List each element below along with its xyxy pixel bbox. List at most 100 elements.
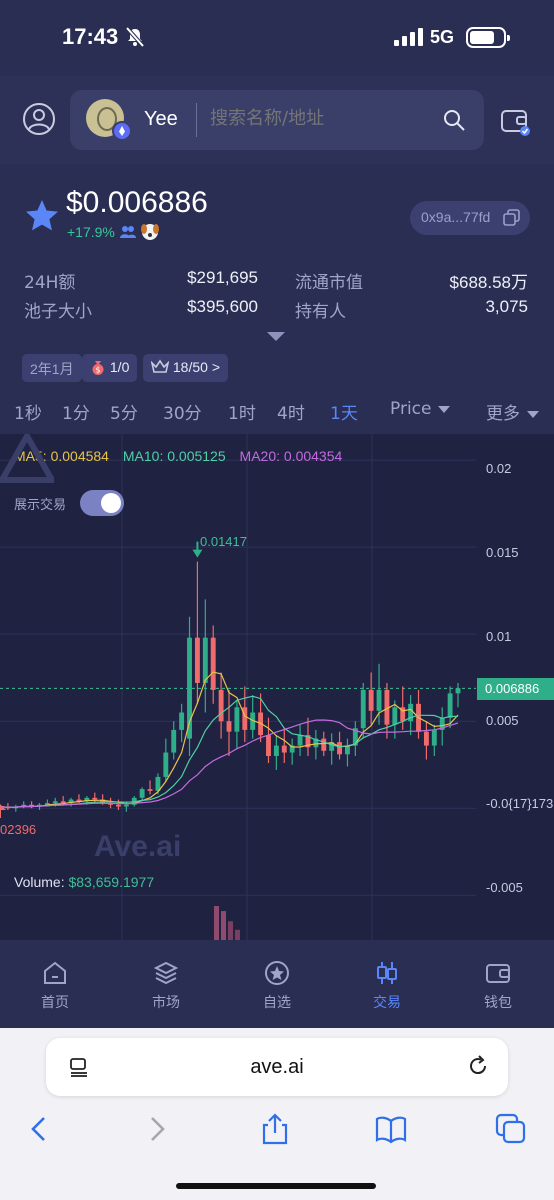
price-mode-label: Price xyxy=(390,399,432,419)
y-tick-label: 0.01 xyxy=(486,629,512,644)
y-tick-label: 0.015 xyxy=(486,545,519,560)
tab-trade[interactable]: 交易 xyxy=(347,960,427,1012)
status-bar: 17:43 5G xyxy=(0,0,554,76)
y-tick-label: 0.02 xyxy=(486,461,512,476)
address-bar[interactable]: ave.ai xyxy=(46,1038,508,1096)
candle-body xyxy=(266,735,271,757)
search-icon[interactable] xyxy=(442,108,466,132)
candles-icon xyxy=(377,962,397,984)
peak-marker xyxy=(192,549,203,558)
timeframe-1h[interactable]: 1时 xyxy=(228,399,256,424)
candle-body xyxy=(171,729,177,753)
favorite-star-icon[interactable] xyxy=(24,198,60,234)
back-icon[interactable] xyxy=(22,1112,56,1146)
y-tick-label: -0.005 xyxy=(486,880,523,895)
timeframe-1m[interactable]: 1分 xyxy=(62,399,90,424)
ma20-legend: MA20: 0.004354 xyxy=(239,448,343,464)
app-header: Yee xyxy=(0,76,554,164)
candle-body xyxy=(273,745,279,757)
tab-market[interactable]: 市场 xyxy=(126,960,206,1012)
candle-body xyxy=(60,801,66,804)
tab-watchlist-label: 自选 xyxy=(263,995,291,1011)
share-icon[interactable] xyxy=(258,1112,292,1146)
timeframe-1d[interactable]: 1天 xyxy=(330,399,358,424)
user-profile-icon[interactable] xyxy=(22,102,56,136)
candle-body xyxy=(447,693,453,718)
volume-bar xyxy=(235,929,240,940)
dog-icon xyxy=(141,224,159,240)
contract-address-text: 0x9a...77fd xyxy=(421,209,491,225)
stat-label-holders: 持有人 xyxy=(295,302,346,322)
timeframe-1s[interactable]: 1秒 xyxy=(14,399,42,424)
signal-icon xyxy=(394,28,423,46)
current-price-tag: 0.006886 xyxy=(477,678,554,700)
wallet-connect-icon[interactable] xyxy=(500,106,530,136)
battery-icon xyxy=(466,27,510,48)
ma5-value: 0.004584 xyxy=(50,448,109,464)
chevron-down-icon xyxy=(527,410,539,418)
y-tick-label: 0.005 xyxy=(486,713,519,728)
stat-label-24h-volume: 24H额 xyxy=(24,273,76,293)
audit-tag[interactable]: 18/50 > xyxy=(143,354,228,382)
low-price-label: 02396 xyxy=(0,822,37,837)
user-name[interactable]: Yee xyxy=(144,108,178,131)
timeframe-4h[interactable]: 4时 xyxy=(277,399,305,424)
token-price: $0.006886 xyxy=(66,186,208,219)
price-mode-dropdown[interactable]: Price xyxy=(390,399,451,419)
tabs-icon[interactable] xyxy=(494,1112,528,1146)
forward-icon[interactable] xyxy=(140,1112,174,1146)
bookmarks-icon[interactable] xyxy=(374,1112,408,1146)
home-icon xyxy=(44,961,66,984)
volume-bar xyxy=(221,911,226,940)
holders-icon xyxy=(120,226,136,238)
layers-icon xyxy=(153,961,179,985)
svg-text:$: $ xyxy=(95,366,100,375)
search-box[interactable]: Yee xyxy=(70,90,484,150)
candle-body xyxy=(360,689,366,729)
volume-label: Volume: $83,659.1977 xyxy=(14,874,155,890)
stat-value-24h-volume: $291,695 xyxy=(187,268,258,287)
price-change: +17.9% xyxy=(67,224,115,240)
bell-muted-icon xyxy=(125,26,145,48)
home-indicator xyxy=(176,1183,376,1189)
search-divider xyxy=(196,103,197,137)
candlestick-chart[interactable]: MA5: 0.004584 MA10: 0.005125 MA20: 0.004… xyxy=(0,434,554,940)
candle-body xyxy=(297,735,303,746)
tab-market-label: 市场 xyxy=(152,995,180,1011)
tab-wallet[interactable]: 钱包 xyxy=(458,960,538,1012)
volume-value: $83,659.1977 xyxy=(68,874,155,890)
money-bag-icon: $ xyxy=(92,361,104,375)
show-trades-label: 展示交易 xyxy=(14,498,67,513)
candle-body xyxy=(194,637,200,683)
url-text: ave.ai xyxy=(250,1056,304,1078)
network-type: 5G xyxy=(430,27,455,47)
candle-body xyxy=(455,688,461,694)
ma20-value: 0.004354 xyxy=(283,448,343,464)
timeframe-bar: 1秒 1分 5分 30分 1时 4时 1天 Price 更多 xyxy=(0,391,554,433)
ma10-legend: MA10: 0.005125 xyxy=(122,448,226,464)
volume-bar xyxy=(228,921,233,940)
expand-caret-icon[interactable] xyxy=(267,332,285,341)
contract-address[interactable]: 0x9a...77fd xyxy=(410,201,530,235)
candle-body xyxy=(179,712,185,730)
candle-body xyxy=(139,789,145,798)
tab-wallet-label: 钱包 xyxy=(484,995,512,1011)
tab-trade-label: 交易 xyxy=(373,995,401,1011)
candle-body xyxy=(210,637,216,690)
reload-icon[interactable] xyxy=(466,1054,490,1078)
search-input[interactable] xyxy=(210,108,430,129)
crown-icon xyxy=(150,359,170,373)
copy-icon[interactable] xyxy=(503,209,520,226)
more-dropdown[interactable]: 更多 xyxy=(486,399,539,424)
tab-watchlist[interactable]: 自选 xyxy=(237,960,317,1012)
timeframe-5m[interactable]: 5分 xyxy=(110,399,138,424)
candle-body xyxy=(116,804,121,807)
timeframe-30m[interactable]: 30分 xyxy=(163,399,202,424)
tab-home[interactable]: 首页 xyxy=(15,960,95,1012)
show-trades-toggle[interactable] xyxy=(80,490,124,516)
bottom-tab-bar: 首页 市场 自选 交易 钱包 xyxy=(0,940,554,1028)
tax-tag[interactable]: $ 1/0 xyxy=(82,354,138,382)
status-time: 17:43 xyxy=(62,24,119,49)
stat-value-pool-size: $395,600 xyxy=(187,297,258,316)
candle-body xyxy=(147,789,153,791)
